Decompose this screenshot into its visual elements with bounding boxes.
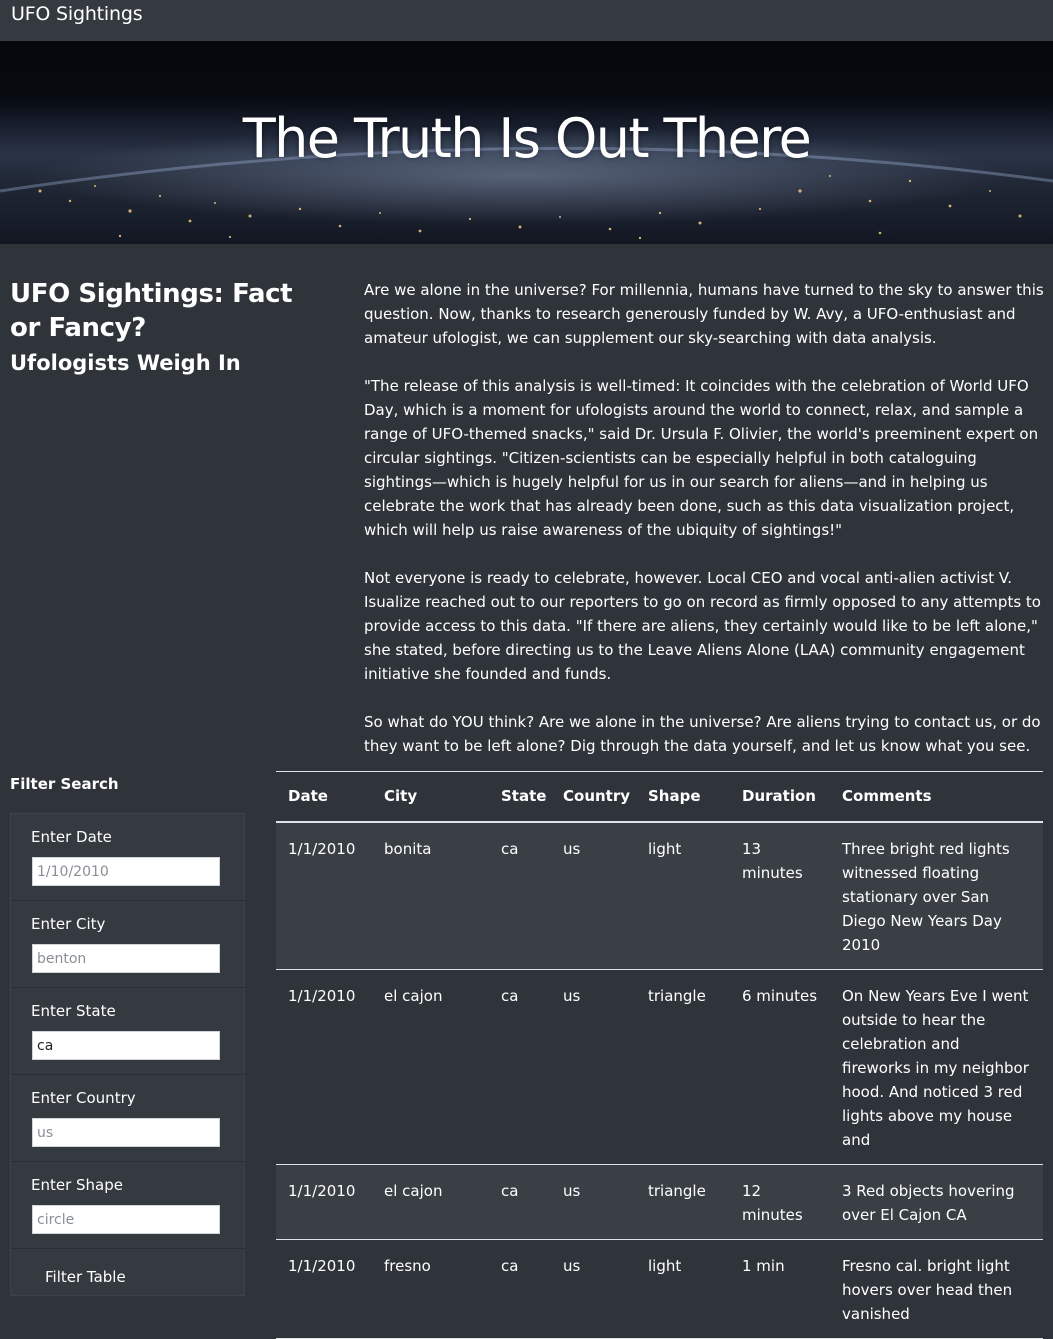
date-input[interactable]: [32, 857, 220, 886]
hero-title: The Truth Is Out There: [242, 107, 812, 170]
cell-shape: light: [636, 821, 730, 970]
cell-country: us: [551, 1239, 636, 1339]
navbar-brand[interactable]: UFO Sightings: [11, 3, 143, 25]
navbar: UFO Sightings: [0, 0, 1053, 41]
table-row: 1/1/2010 el cajon ca us triangle 12 minu…: [276, 1164, 1043, 1240]
cell-date: 1/1/2010: [276, 821, 372, 970]
header-comments: Comments: [830, 771, 1043, 823]
cell-comments: Fresno cal. bright light hovers over hea…: [830, 1239, 1043, 1339]
cell-comments: 3 Red objects hovering over El Cajon CA: [830, 1164, 1043, 1240]
cell-state: ca: [489, 1164, 551, 1240]
table-row: 1/1/2010 el cajon ca us triangle 6 minut…: [276, 969, 1043, 1165]
table-header-row: Date City State Country Shape Duration C…: [276, 771, 1043, 823]
cell-date: 1/1/2010: [276, 1164, 372, 1240]
state-input[interactable]: [32, 1031, 220, 1060]
cell-shape: triangle: [636, 969, 730, 1165]
header-date: Date: [276, 771, 372, 823]
cell-date: 1/1/2010: [276, 1239, 372, 1339]
page-headline: UFO Sightings: Fact or Fancy?: [10, 279, 293, 343]
hero-banner: The Truth Is Out There: [0, 41, 1053, 244]
country-label: Enter Country: [31, 1089, 136, 1107]
city-input[interactable]: [32, 944, 220, 973]
table-row: 1/1/2010 fresno ca us light 1 min Fresno…: [276, 1239, 1043, 1339]
filter-group-city: Enter City: [11, 901, 246, 988]
cell-duration: 12 minutes: [730, 1164, 830, 1240]
article-body: Are we alone in the universe? For millen…: [364, 278, 1044, 782]
header-state: State: [489, 771, 551, 823]
filter-group-shape: Enter Shape: [11, 1162, 246, 1249]
shape-input[interactable]: [32, 1205, 220, 1234]
cell-state: ca: [489, 1239, 551, 1339]
cell-duration: 1 min: [730, 1239, 830, 1339]
article-paragraph: Not everyone is ready to celebrate, howe…: [364, 569, 1041, 683]
cell-comments: Three bright red lights witnessed floati…: [830, 821, 1043, 970]
shape-label: Enter Shape: [31, 1176, 123, 1194]
cell-city: fresno: [372, 1239, 489, 1339]
article-paragraph: Are we alone in the universe? For millen…: [364, 281, 1044, 347]
article-paragraph: So what do YOU think? Are we alone in th…: [364, 713, 1041, 755]
cell-country: us: [551, 1164, 636, 1240]
header-duration: Duration: [730, 771, 830, 823]
filter-group-country: Enter Country: [11, 1075, 246, 1162]
table-row: 1/1/2010 bonita ca us light 13 minutes T…: [276, 821, 1043, 970]
ufo-sightings-table: Date City State Country Shape Duration C…: [276, 771, 1043, 1339]
cell-comments: On New Years Eve I went outside to hear …: [830, 969, 1043, 1165]
ufo-table-container: Date City State Country Shape Duration C…: [276, 771, 1043, 1339]
cell-country: us: [551, 821, 636, 970]
cell-state: ca: [489, 821, 551, 970]
state-label: Enter State: [31, 1002, 116, 1020]
cell-duration: 6 minutes: [730, 969, 830, 1165]
filter-search-title: Filter Search: [10, 775, 119, 793]
article-paragraph: "The release of this analysis is well-ti…: [364, 377, 1039, 539]
city-label: Enter City: [31, 915, 106, 933]
cell-city: bonita: [372, 821, 489, 970]
cell-shape: light: [636, 1239, 730, 1339]
page-subheadline: Ufologists Weigh In: [10, 351, 241, 375]
cell-city: el cajon: [372, 969, 489, 1165]
cell-state: ca: [489, 969, 551, 1165]
cell-duration: 13 minutes: [730, 821, 830, 970]
cell-country: us: [551, 969, 636, 1165]
filter-group-date: Enter Date: [11, 814, 246, 901]
cell-city: el cajon: [372, 1164, 489, 1240]
header-shape: Shape: [636, 771, 730, 823]
header-country: Country: [551, 771, 636, 823]
country-input[interactable]: [32, 1118, 220, 1147]
filter-group-state: Enter State: [11, 988, 246, 1075]
cell-date: 1/1/2010: [276, 969, 372, 1165]
filter-table-button[interactable]: Filter Table: [33, 1268, 138, 1286]
header-city: City: [372, 771, 489, 823]
date-label: Enter Date: [31, 828, 112, 846]
filter-panel: Enter Date Enter City Enter State Enter …: [10, 813, 246, 1296]
cell-shape: triangle: [636, 1164, 730, 1240]
